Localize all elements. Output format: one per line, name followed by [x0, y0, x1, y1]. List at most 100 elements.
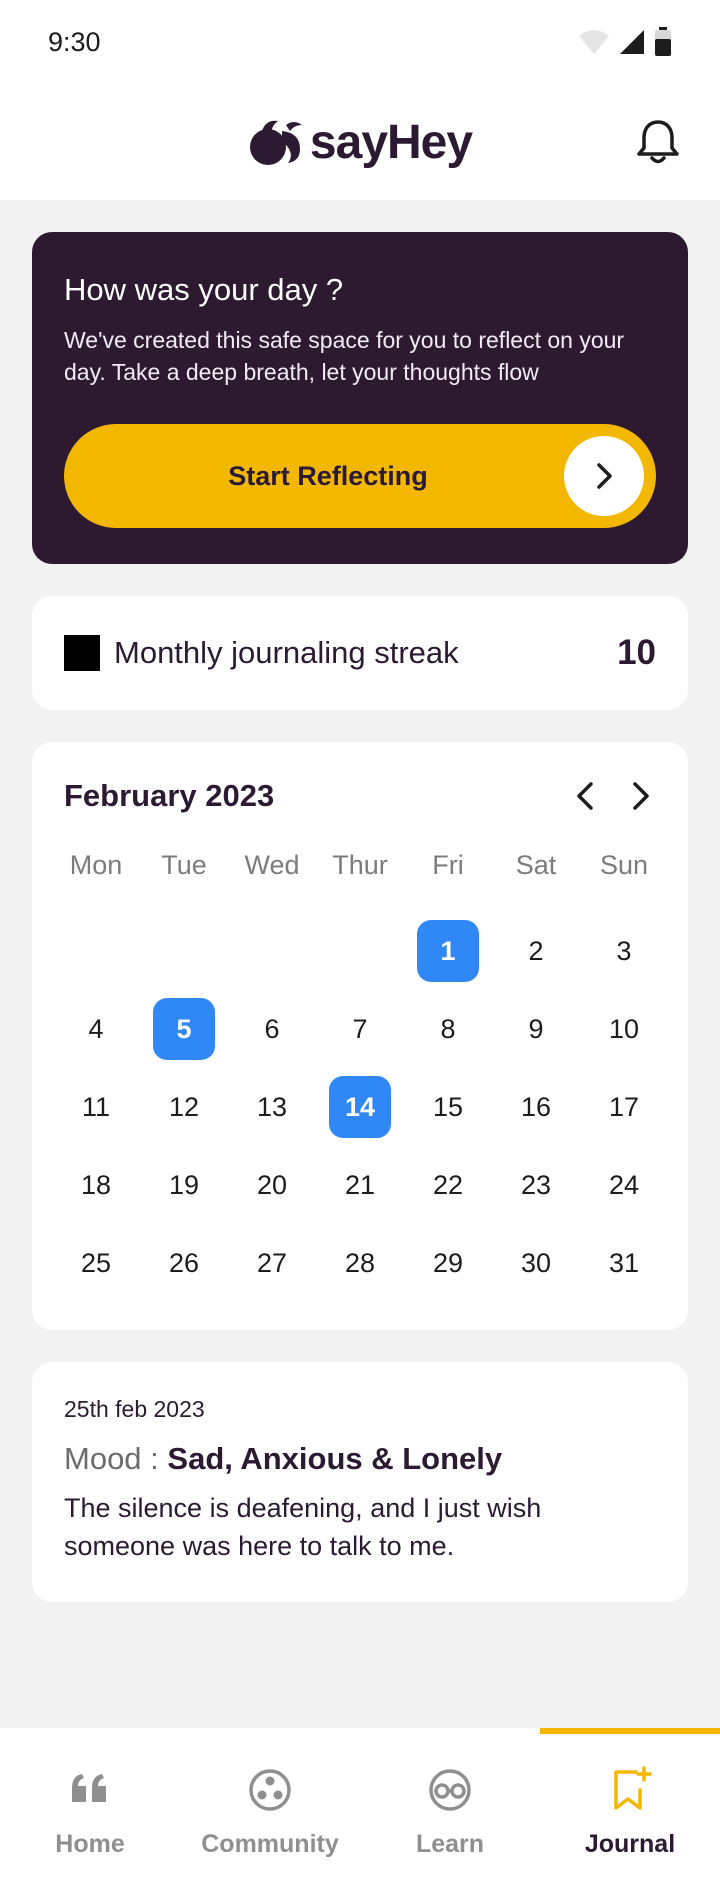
calendar-day-number: 11: [81, 1091, 111, 1122]
calendar-day-number: 5: [153, 998, 215, 1060]
calendar-day[interactable]: 19: [140, 1146, 228, 1224]
calendar-day[interactable]: 10: [580, 990, 668, 1068]
calendar-day-number: 27: [256, 1247, 288, 1278]
weekday-label: Wed: [244, 850, 300, 880]
entry-mood: Mood : Sad, Anxious & Lonely: [64, 1441, 656, 1477]
brand-logo: sayHey: [248, 115, 473, 170]
streak-label: Monthly journaling streak: [114, 635, 459, 670]
nav-item-learn[interactable]: Learn: [360, 1728, 540, 1888]
brand-name: sayHey: [309, 115, 473, 169]
calendar-day[interactable]: 23: [492, 1146, 580, 1224]
calendar-day[interactable]: 6: [228, 990, 316, 1068]
community-icon: [249, 1769, 291, 1811]
nav-label-journal: Journal: [584, 1830, 676, 1858]
nav-item-community[interactable]: Community: [180, 1728, 360, 1888]
status-bar: 9:30: [0, 0, 720, 84]
battery-icon: [655, 27, 671, 56]
weekday-label: Fri: [432, 850, 464, 880]
calendar-day-number: 3: [616, 935, 632, 966]
chevron-right-icon: [564, 436, 644, 516]
calendar-day[interactable]: 31: [580, 1224, 668, 1302]
entry-date: 25th feb 2023: [64, 1396, 205, 1422]
chevron-left-icon: [577, 782, 593, 810]
streak-card: Monthly journaling streak 10: [32, 596, 688, 710]
calendar-nav: [570, 780, 656, 812]
reflection-title: How was your day ?: [64, 272, 344, 307]
calendar-day[interactable]: 22: [404, 1146, 492, 1224]
calendar-day[interactable]: 26: [140, 1224, 228, 1302]
app-header: sayHey: [0, 84, 720, 200]
calendar-day[interactable]: 16: [492, 1068, 580, 1146]
reflection-subtitle: We've created this safe space for you to…: [64, 327, 625, 385]
calendar-day[interactable]: 15: [404, 1068, 492, 1146]
calendar-day-number: 9: [528, 1013, 544, 1044]
calendar-day-number: 17: [608, 1091, 640, 1122]
chevron-right-icon: [633, 782, 649, 810]
calendar-day[interactable]: 25: [52, 1224, 140, 1302]
calendar-day-number: 14: [329, 1076, 391, 1138]
calendar-day[interactable]: 27: [228, 1224, 316, 1302]
journal-entry-card[interactable]: 25th feb 2023 Mood : Sad, Anxious & Lone…: [32, 1362, 688, 1602]
calendar-day[interactable]: 14: [316, 1068, 404, 1146]
bottom-navigation: Home Community Learn Journal: [0, 1728, 720, 1888]
next-month-button[interactable]: [624, 780, 656, 812]
calendar-day[interactable]: 12: [140, 1068, 228, 1146]
streak-count: 10: [617, 633, 656, 672]
calendar-day[interactable]: 9: [492, 990, 580, 1068]
weekday-label: Mon: [69, 850, 123, 880]
start-reflecting-button[interactable]: Start Reflecting: [64, 424, 656, 528]
calendar-day-number: 29: [432, 1247, 464, 1278]
calendar-day[interactable]: 7: [316, 990, 404, 1068]
weekday-label: Sun: [599, 850, 649, 880]
quote-icon: [72, 1774, 106, 1802]
calendar-empty-cell: [228, 912, 316, 990]
calendar-day[interactable]: 13: [228, 1068, 316, 1146]
calendar-day[interactable]: 5: [140, 990, 228, 1068]
streak-icon: [64, 635, 100, 671]
nav-label-community: Community: [201, 1830, 339, 1858]
entry-text: The silence is deafening, and I just wis…: [64, 1493, 542, 1561]
calendar-day[interactable]: 21: [316, 1146, 404, 1224]
mood-value: Sad, Anxious & Lonely: [167, 1441, 503, 1476]
calendar-days: 1 2 3 4 5 6 7 8 9 10 11 12 13 14 15 16 17 18 19 20 21 22 23 24 2…: [52, 912, 668, 1302]
previous-month-button[interactable]: [570, 780, 602, 812]
calendar-day[interactable]: 28: [316, 1224, 404, 1302]
nav-item-journal[interactable]: Journal: [540, 1728, 720, 1888]
status-time: 9:30: [48, 26, 101, 57]
calendar-day[interactable]: 1: [404, 912, 492, 990]
calendar-day-number: 22: [432, 1169, 464, 1200]
nav-item-home[interactable]: Home: [0, 1728, 180, 1888]
calendar-day[interactable]: 30: [492, 1224, 580, 1302]
calendar-day[interactable]: 29: [404, 1224, 492, 1302]
calendar-day-number: 23: [520, 1169, 552, 1200]
wifi-icon: [579, 30, 609, 54]
calendar-day-number: 10: [608, 1013, 640, 1044]
glasses-icon: [429, 1769, 471, 1811]
calendar-day-number: 31: [608, 1247, 640, 1278]
calendar-day-number: 25: [80, 1247, 112, 1278]
calendar-day-number: 16: [520, 1091, 552, 1122]
calendar-day-number: 4: [88, 1013, 104, 1044]
calendar-day[interactable]: 18: [52, 1146, 140, 1224]
start-reflecting-label: Start Reflecting: [228, 460, 428, 491]
calendar-day-number: 26: [168, 1247, 200, 1278]
calendar-day[interactable]: 3: [580, 912, 668, 990]
calendar-day-number: 12: [168, 1091, 200, 1122]
calendar-day[interactable]: 2: [492, 912, 580, 990]
calendar-day-number: 13: [256, 1091, 288, 1122]
calendar-day-number: 21: [344, 1169, 376, 1200]
calendar-day[interactable]: 24: [580, 1146, 668, 1224]
calendar-day-number: 24: [608, 1169, 640, 1200]
nav-label-learn: Learn: [415, 1830, 485, 1858]
signal-icon: [620, 30, 644, 54]
calendar-day[interactable]: 4: [52, 990, 140, 1068]
calendar-day[interactable]: 11: [52, 1068, 140, 1146]
calendar-day-number: 19: [168, 1169, 200, 1200]
calendar-day[interactable]: 20: [228, 1146, 316, 1224]
weekday-label: Thur: [332, 850, 388, 880]
calendar-day[interactable]: 8: [404, 990, 492, 1068]
calendar-day-number: 2: [528, 935, 544, 966]
calendar-day-number: 15: [432, 1091, 464, 1122]
notification-bell-icon[interactable]: [632, 116, 684, 168]
calendar-day[interactable]: 17: [580, 1068, 668, 1146]
